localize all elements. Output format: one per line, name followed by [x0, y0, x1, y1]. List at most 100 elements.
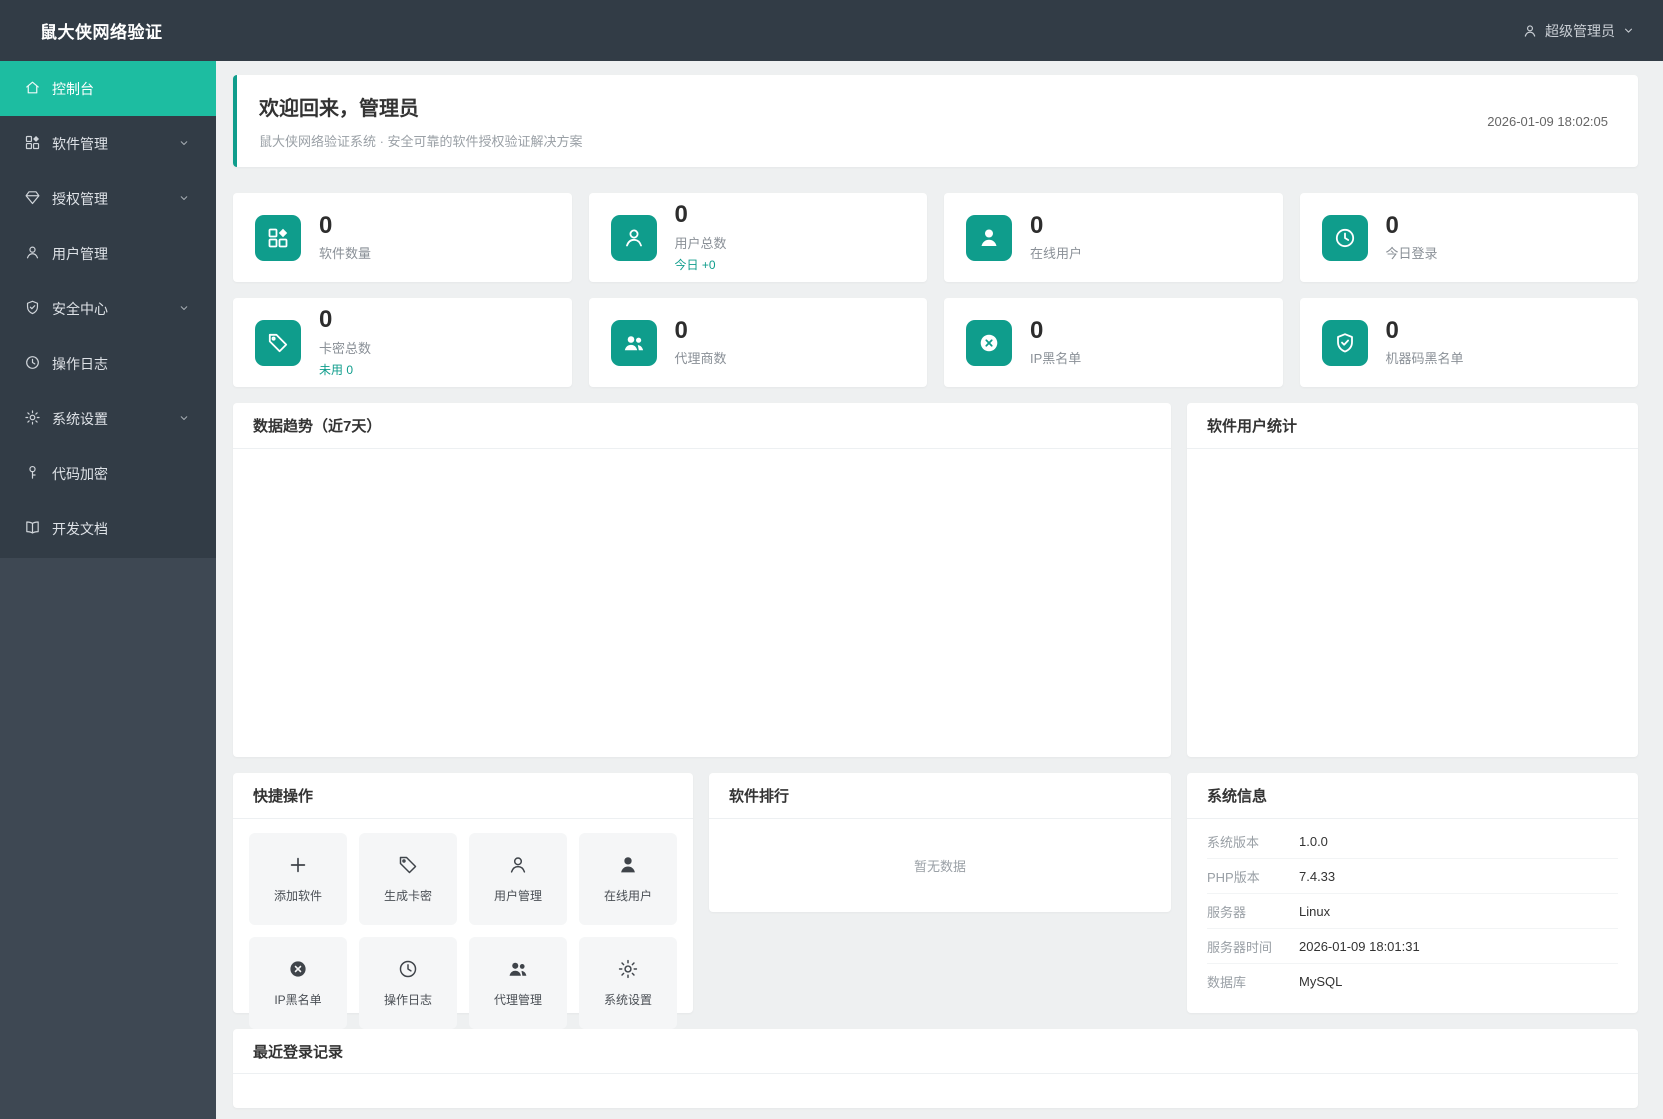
- sidebar-item-dashboard[interactable]: 控制台: [0, 61, 216, 116]
- stat-label: 卡密总数: [319, 340, 372, 356]
- quick-actions-grid: 添加软件 生成卡密 用户管理 在线用户 IP黑名单 操作日志 代理管理 系统设置: [233, 819, 693, 1029]
- stat-value: 0: [1385, 211, 1399, 239]
- info-value: 1.0.0: [1299, 833, 1328, 849]
- quick-action-generate-keys[interactable]: 生成卡密: [359, 833, 457, 925]
- tag-icon: [397, 854, 419, 876]
- chevron-down-icon: [178, 191, 190, 207]
- gear-icon: [617, 958, 639, 980]
- quick-action-label: 用户管理: [493, 889, 542, 903]
- stats-grid: 0 软件数量 0 用户总数 今日 +0 0 在线用户 0 今日登录 0 卡密总数…: [233, 193, 1638, 387]
- trend-chart-body: [233, 449, 1171, 757]
- stat-value: 0: [674, 316, 688, 344]
- quick-action-label: 操作日志: [383, 993, 432, 1007]
- quick-action-label: IP黑名单: [274, 993, 322, 1007]
- system-info-row: 数据库 MySQL: [1207, 964, 1618, 998]
- quick-actions-title: 快捷操作: [233, 773, 693, 819]
- user-menu[interactable]: 超级管理员: [1522, 21, 1663, 41]
- quick-action-user-management[interactable]: 用户管理: [469, 833, 567, 925]
- sidebar-item-label: 软件管理: [52, 135, 108, 152]
- apps-grid-icon: [24, 134, 41, 154]
- system-info-row: 服务器 Linux: [1207, 894, 1618, 929]
- info-label: 服务器: [1207, 904, 1247, 920]
- stat-value: 0: [674, 201, 688, 229]
- stat-sub: 未用 0: [319, 362, 354, 377]
- quick-actions-card: 快捷操作 添加软件 生成卡密 用户管理 在线用户 IP黑名单 操作日志 代理管理…: [233, 773, 693, 1029]
- book-icon: [24, 519, 41, 539]
- current-time: 2026-01-09 18:02:05: [1487, 113, 1608, 129]
- sidebar-item-software[interactable]: 软件管理: [0, 116, 216, 171]
- system-info-row: 服务器时间 2026-01-09 18:01:31: [1207, 929, 1618, 964]
- sidebar-item-label: 用户管理: [52, 245, 108, 262]
- user-stats-chart-card: 软件用户统计: [1187, 403, 1638, 757]
- sidebar: 控制台 软件管理 授权管理 用户管理 安全中心 操作日志 系统设置 代码加密 开…: [0, 61, 216, 1119]
- info-value: 2026-01-09 18:01:31: [1299, 938, 1420, 954]
- app-title: 鼠大侠网络验证: [40, 23, 163, 42]
- key-icon: [24, 464, 41, 484]
- stat-card-today-logins: 0 今日登录: [1299, 193, 1638, 282]
- stat-value: 0: [1030, 211, 1044, 239]
- plus-icon: [287, 854, 309, 876]
- stat-label: 机器码黑名单: [1385, 351, 1464, 367]
- stat-card-software-count: 0 软件数量: [233, 193, 572, 282]
- welcome-title: 欢迎回来，管理员: [259, 98, 419, 120]
- sidebar-item-authorization[interactable]: 授权管理: [0, 171, 216, 226]
- info-value: 7.4.33: [1299, 868, 1336, 884]
- welcome-banner: 欢迎回来，管理员 鼠大侠网络验证系统 · 安全可靠的软件授权验证解决方案 202…: [233, 75, 1638, 167]
- stat-value: 0: [1385, 316, 1399, 344]
- stat-card-user-total: 0 用户总数 今日 +0: [588, 193, 927, 282]
- system-info-row: 系统版本 1.0.0: [1207, 824, 1618, 859]
- sidebar-item-label: 安全中心: [52, 300, 108, 317]
- charts-row: 数据趋势（近7天） 软件用户统计: [233, 403, 1638, 757]
- user-stats-chart-title: 软件用户统计: [1187, 403, 1638, 449]
- quick-action-system-settings[interactable]: 系统设置: [579, 937, 677, 1029]
- quick-action-online-users[interactable]: 在线用户: [579, 833, 677, 925]
- info-label: 数据库: [1207, 974, 1247, 990]
- recent-logins-title: 最近登录记录: [233, 1029, 1638, 1074]
- system-info-rows: 系统版本 1.0.0 PHP版本 7.4.33 服务器 Linux 服务器时间 …: [1187, 819, 1638, 998]
- stat-label: IP黑名单: [1030, 351, 1082, 367]
- stat-value: 0: [319, 306, 333, 334]
- quick-action-agent-management[interactable]: 代理管理: [469, 937, 567, 1029]
- sidebar-item-docs[interactable]: 开发文档: [0, 501, 216, 556]
- sidebar-item-security[interactable]: 安全中心: [0, 281, 216, 336]
- quick-action-add-software[interactable]: 添加软件: [249, 833, 347, 925]
- stat-card-card-keys: 0 卡密总数 未用 0: [233, 298, 572, 387]
- quick-action-ip-blacklist[interactable]: IP黑名单: [249, 937, 347, 1029]
- shield-check-icon: [24, 299, 41, 319]
- quick-action-label: 生成卡密: [383, 889, 432, 903]
- stat-label: 用户总数: [674, 235, 727, 251]
- stat-label: 今日登录: [1385, 246, 1438, 262]
- sidebar-menu: 控制台 软件管理 授权管理 用户管理 安全中心 操作日志 系统设置 代码加密 开…: [0, 61, 216, 558]
- sidebar-item-settings[interactable]: 系统设置: [0, 391, 216, 446]
- chevron-down-icon: [178, 136, 190, 152]
- person-icon: [507, 854, 529, 876]
- info-label: PHP版本: [1207, 869, 1260, 885]
- sidebar-item-logs[interactable]: 操作日志: [0, 336, 216, 391]
- stat-sub: 今日 +0: [674, 257, 716, 272]
- apps-grid-icon: [255, 214, 301, 261]
- person-filled-icon: [617, 854, 639, 876]
- people-icon: [610, 319, 657, 366]
- shield-check-icon: [1321, 319, 1368, 366]
- user-name: 超级管理员: [1545, 22, 1615, 39]
- user-stats-chart-body: [1187, 449, 1638, 757]
- chevron-down-icon: [178, 411, 190, 427]
- trend-chart-card: 数据趋势（近7天）: [233, 403, 1171, 757]
- clock-icon: [397, 958, 419, 980]
- topbar: 鼠大侠网络验证 超级管理员: [0, 0, 1663, 61]
- person-icon: [610, 214, 657, 261]
- welcome-subtitle: 鼠大侠网络验证系统 · 安全可靠的软件授权验证解决方案: [259, 134, 583, 149]
- sidebar-item-encryption[interactable]: 代码加密: [0, 446, 216, 501]
- clock-icon: [1321, 214, 1368, 261]
- stat-card-ip-blacklist: 0 IP黑名单: [944, 298, 1283, 387]
- sidebar-item-label: 开发文档: [52, 520, 108, 537]
- sidebar-item-users[interactable]: 用户管理: [0, 226, 216, 281]
- main-content: 欢迎回来，管理员 鼠大侠网络验证系统 · 安全可靠的软件授权验证解决方案 202…: [216, 61, 1663, 1119]
- chevron-down-icon: [1622, 24, 1635, 37]
- circle-x-icon: [287, 958, 309, 980]
- gem-icon: [24, 189, 41, 209]
- info-label: 系统版本: [1207, 834, 1260, 850]
- person-icon: [24, 244, 41, 264]
- bottom-row: 快捷操作 添加软件 生成卡密 用户管理 在线用户 IP黑名单 操作日志 代理管理…: [233, 773, 1638, 1029]
- quick-action-logs[interactable]: 操作日志: [359, 937, 457, 1029]
